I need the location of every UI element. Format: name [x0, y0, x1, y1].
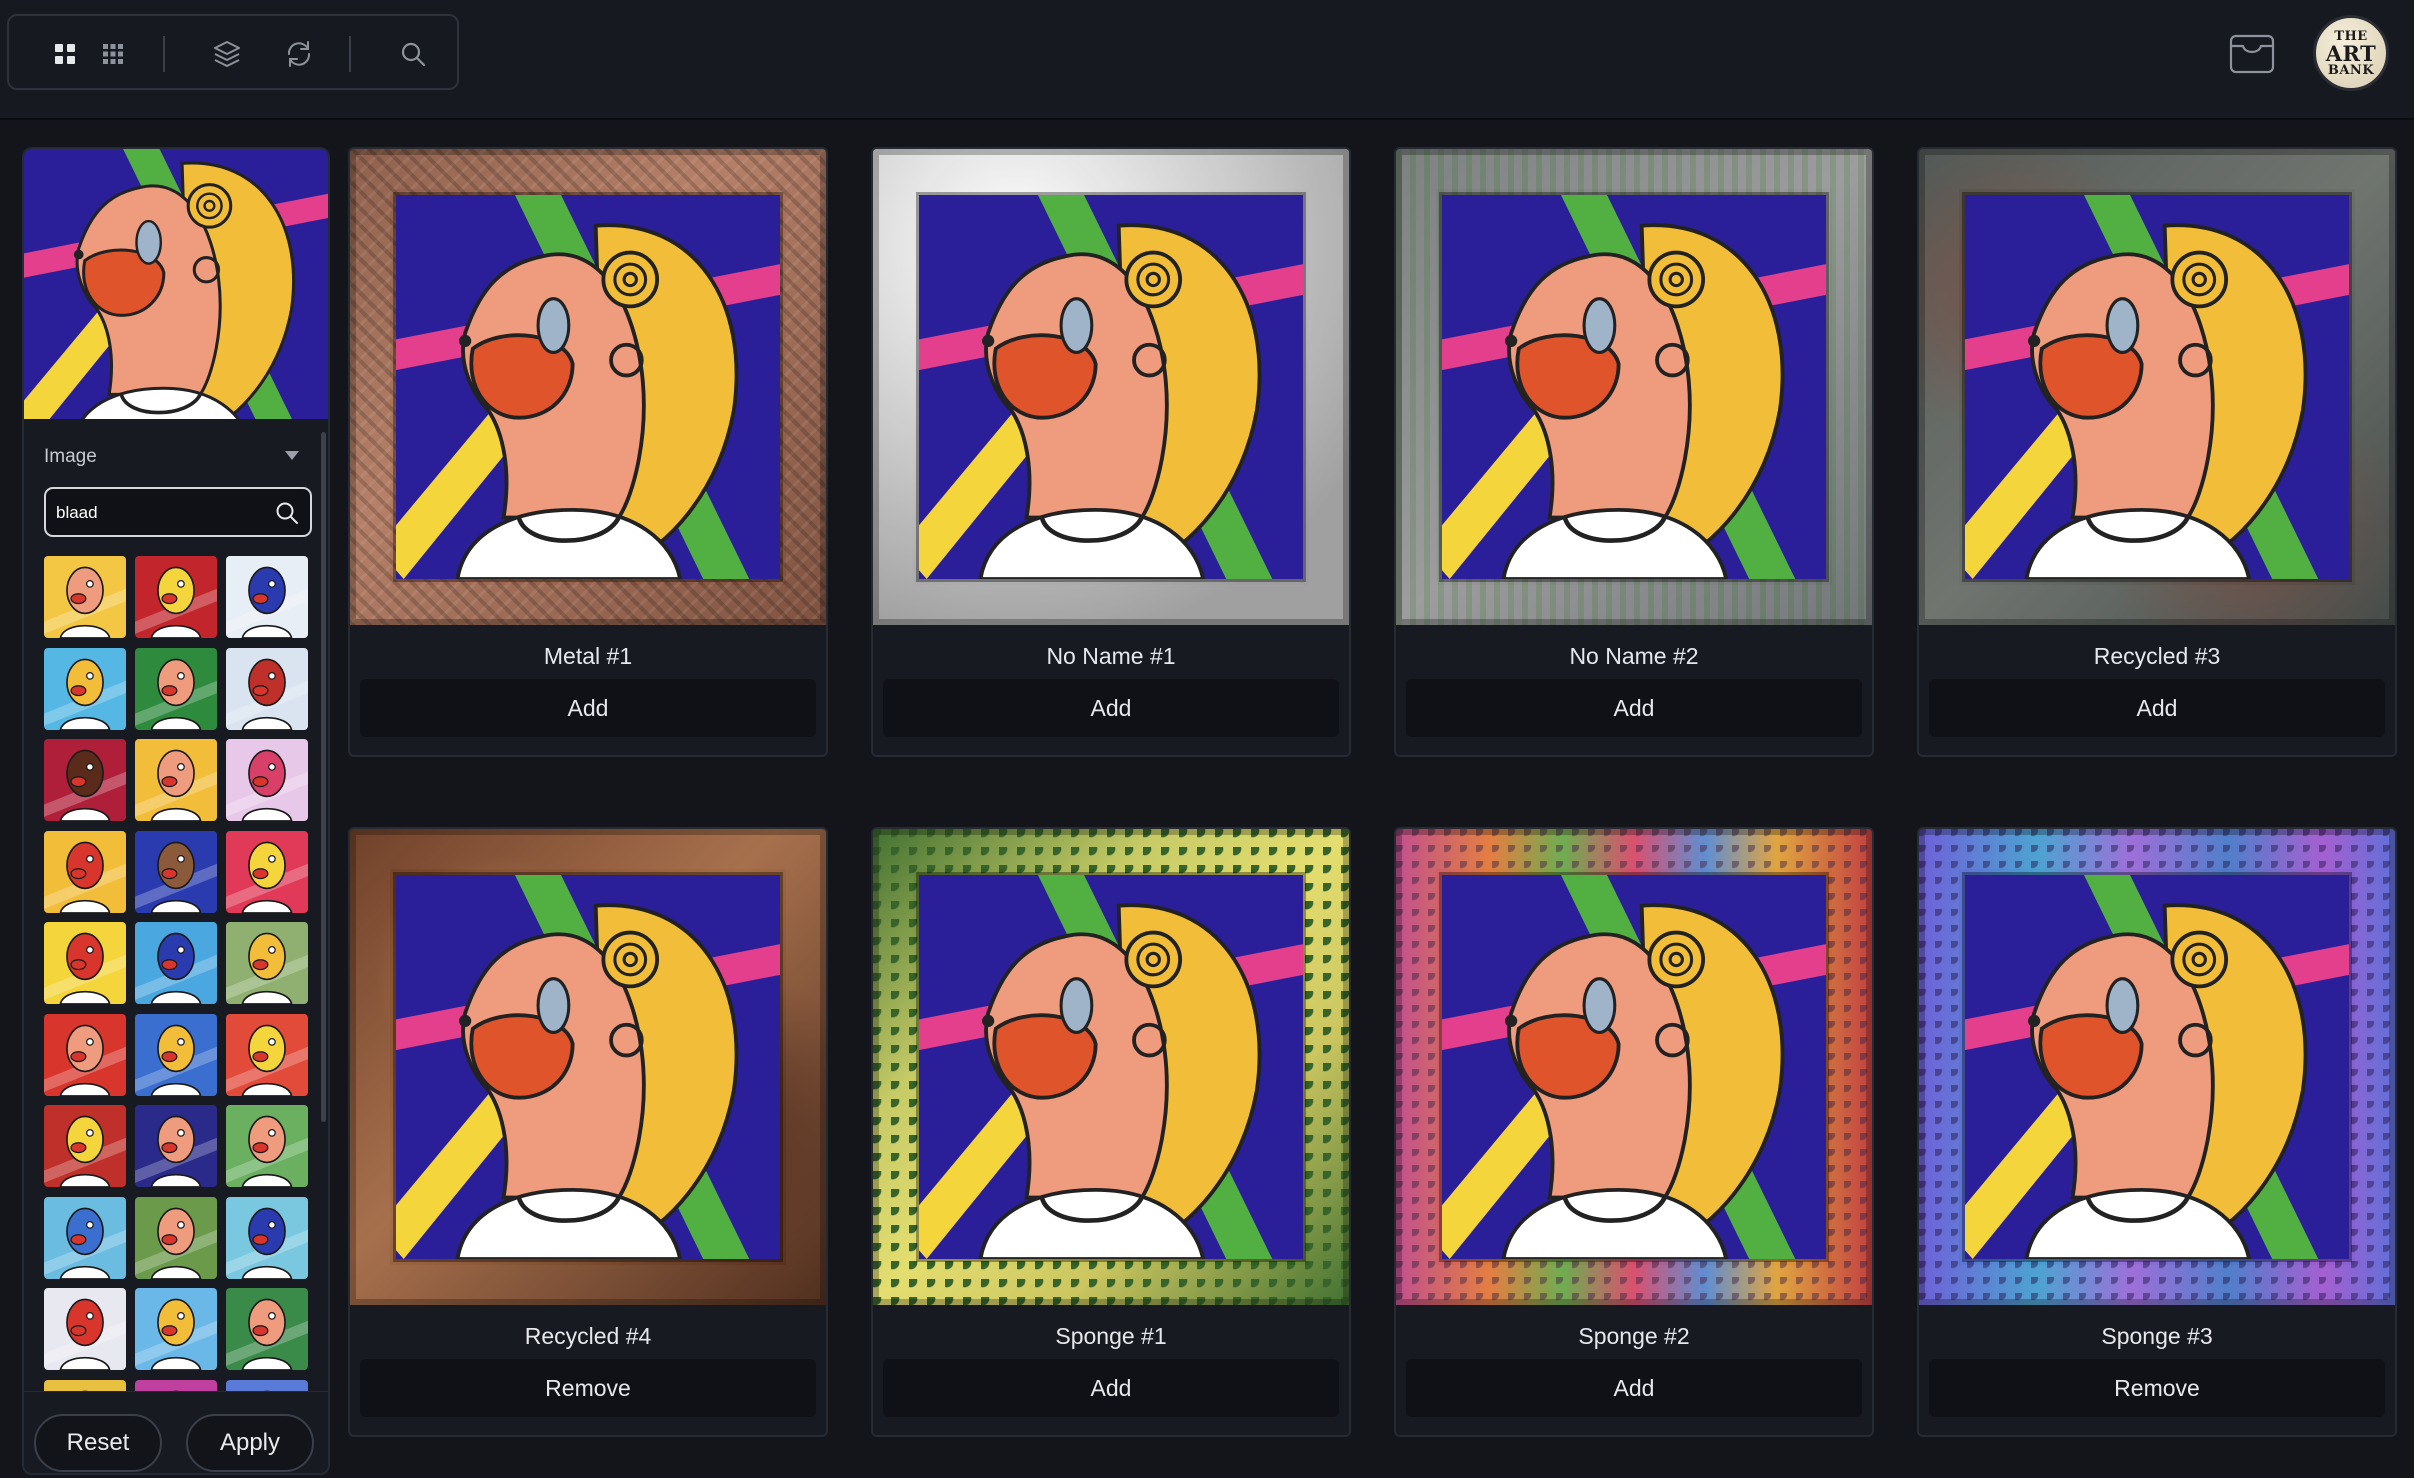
art-bank-logo[interactable]: THE ART BANK: [2313, 15, 2389, 91]
image-thumbnail[interactable]: [226, 1013, 308, 1096]
frame-action-button[interactable]: Add: [1406, 1359, 1862, 1417]
image-section-label: Image: [44, 446, 97, 467]
toolbar-divider: [349, 36, 351, 72]
refresh-icon[interactable]: [275, 30, 323, 78]
sidebar-footer: Reset Apply: [24, 1391, 328, 1473]
frame-card[interactable]: No Name #2 Add: [1394, 147, 1874, 757]
view-toolbar: [7, 14, 459, 90]
image-thumbnail[interactable]: [44, 647, 126, 730]
frame-name: No Name #2: [1569, 643, 1699, 669]
logo-line: ART: [2325, 40, 2377, 66]
frame-action-button[interactable]: Add: [1929, 679, 2385, 737]
sidebar-scrollbar[interactable]: [321, 432, 326, 1122]
frame-card[interactable]: Sponge #1 Add: [871, 827, 1351, 1437]
framed-artwork: [350, 829, 826, 1305]
frame-action-button[interactable]: Add: [883, 679, 1339, 737]
frame-name: Sponge #2: [1578, 1323, 1690, 1349]
search-icon[interactable]: [389, 30, 437, 78]
framed-artwork: [1396, 829, 1872, 1305]
image-thumbnail[interactable]: [135, 1288, 217, 1370]
image-thumbnail[interactable]: [226, 1288, 308, 1370]
image-thumbnail[interactable]: [226, 1105, 308, 1187]
framed-artwork: [873, 149, 1349, 625]
image-thumbnail[interactable]: [226, 1196, 308, 1279]
logo-line: BANK: [2327, 62, 2375, 78]
image-thumbnail-grid: [44, 556, 320, 1473]
frame-card[interactable]: Metal #1 Add: [348, 147, 828, 757]
image-thumbnail[interactable]: [44, 830, 126, 913]
frame-name: Sponge #1: [1055, 1323, 1167, 1349]
framed-artwork: [1919, 149, 2395, 625]
image-search-input[interactable]: [56, 501, 256, 525]
image-thumbnail[interactable]: [226, 922, 308, 1004]
image-thumbnail[interactable]: [44, 1288, 126, 1370]
frame-card[interactable]: Recycled #3 Add: [1917, 147, 2397, 757]
image-thumbnail[interactable]: [44, 1013, 126, 1096]
image-thumbnail[interactable]: [226, 556, 308, 638]
toolbar-divider: [163, 36, 165, 72]
frame-name: Metal #1: [543, 643, 633, 669]
image-thumbnail[interactable]: [135, 922, 217, 1004]
image-thumbnail[interactable]: [135, 1013, 217, 1096]
frame-card[interactable]: Sponge #3 Remove: [1917, 827, 2397, 1437]
image-thumbnail[interactable]: [135, 647, 217, 730]
frame-action-button[interactable]: Add: [1406, 679, 1862, 737]
apply-button[interactable]: Apply: [186, 1414, 314, 1472]
image-thumbnail[interactable]: [226, 647, 308, 730]
reset-button[interactable]: Reset: [34, 1414, 162, 1472]
framed-artwork: [350, 149, 826, 625]
framed-artwork: [1396, 149, 1872, 625]
image-thumbnail[interactable]: [44, 922, 126, 1004]
frame-action-button[interactable]: Add: [360, 679, 816, 737]
image-thumbnail[interactable]: [44, 1196, 126, 1279]
frame-name: Sponge #3: [2101, 1323, 2213, 1349]
image-thumbnail[interactable]: [226, 739, 308, 821]
frame-name: No Name #1: [1046, 643, 1176, 669]
image-thumbnail[interactable]: [135, 556, 217, 638]
frame-card[interactable]: Recycled #4 Remove: [348, 827, 828, 1437]
layers-icon[interactable]: [203, 30, 251, 78]
frame-card[interactable]: Sponge #2 Add: [1394, 827, 1874, 1437]
caret-down-icon[interactable]: [282, 447, 302, 463]
image-thumbnail[interactable]: [44, 1105, 126, 1187]
top-bar: THE ART BANK: [0, 0, 2414, 120]
search-icon[interactable]: [274, 500, 300, 526]
frame-action-button[interactable]: Remove: [1929, 1359, 2385, 1417]
image-search-field: [44, 487, 312, 537]
frame-name: Recycled #3: [2093, 643, 2221, 669]
image-thumbnail[interactable]: [44, 556, 126, 638]
framed-artwork: [1919, 829, 2395, 1305]
frame-card[interactable]: No Name #1 Add: [871, 147, 1351, 757]
frame-name: Recycled #4: [524, 1323, 652, 1349]
wallet-icon[interactable]: [2225, 26, 2279, 80]
image-thumbnail[interactable]: [135, 1105, 217, 1187]
framed-artwork: [873, 829, 1349, 1305]
frame-action-button[interactable]: Add: [883, 1359, 1339, 1417]
grid-small-icon[interactable]: [89, 30, 137, 78]
image-thumbnail[interactable]: [226, 830, 308, 913]
image-picker-panel: Image Reset Apply: [22, 147, 330, 1475]
image-thumbnail[interactable]: [135, 830, 217, 913]
frame-action-button[interactable]: Remove: [360, 1359, 816, 1417]
image-thumbnail[interactable]: [44, 739, 126, 821]
image-thumbnail[interactable]: [135, 739, 217, 821]
grid-large-icon[interactable]: [41, 30, 89, 78]
selected-image-preview: [24, 149, 328, 419]
image-thumbnail[interactable]: [135, 1196, 217, 1279]
